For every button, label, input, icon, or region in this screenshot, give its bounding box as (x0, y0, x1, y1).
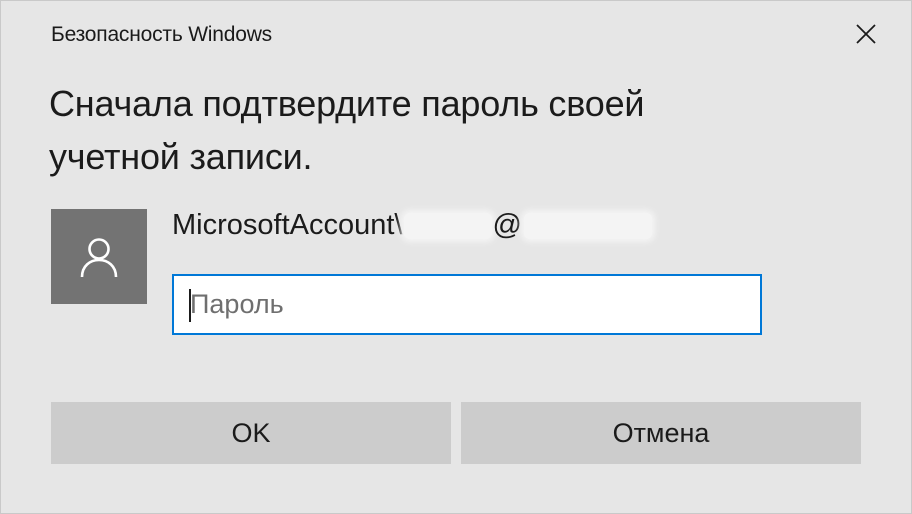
password-input[interactable] (174, 276, 760, 333)
cancel-button[interactable]: Отмена (461, 402, 861, 464)
avatar (51, 209, 147, 304)
redacted-username (404, 213, 493, 240)
password-field[interactable] (172, 274, 762, 335)
dialog-heading: Сначала подтвердите пароль своей учетной… (49, 83, 645, 177)
user-icon (80, 237, 118, 277)
window-title: Безопасность Windows (51, 23, 272, 46)
close-icon (856, 24, 876, 44)
close-button[interactable] (853, 21, 879, 47)
security-dialog: Безопасность Windows Сначала подтвердите… (0, 0, 912, 514)
account-name-prefix: MicrosoftAccount\ (172, 209, 403, 241)
account-name: MicrosoftAccount\ @ (172, 209, 652, 242)
text-cursor (189, 289, 191, 322)
account-name-at: @ (492, 209, 522, 241)
ok-button[interactable]: OK (51, 402, 451, 464)
redacted-domain (523, 213, 652, 240)
